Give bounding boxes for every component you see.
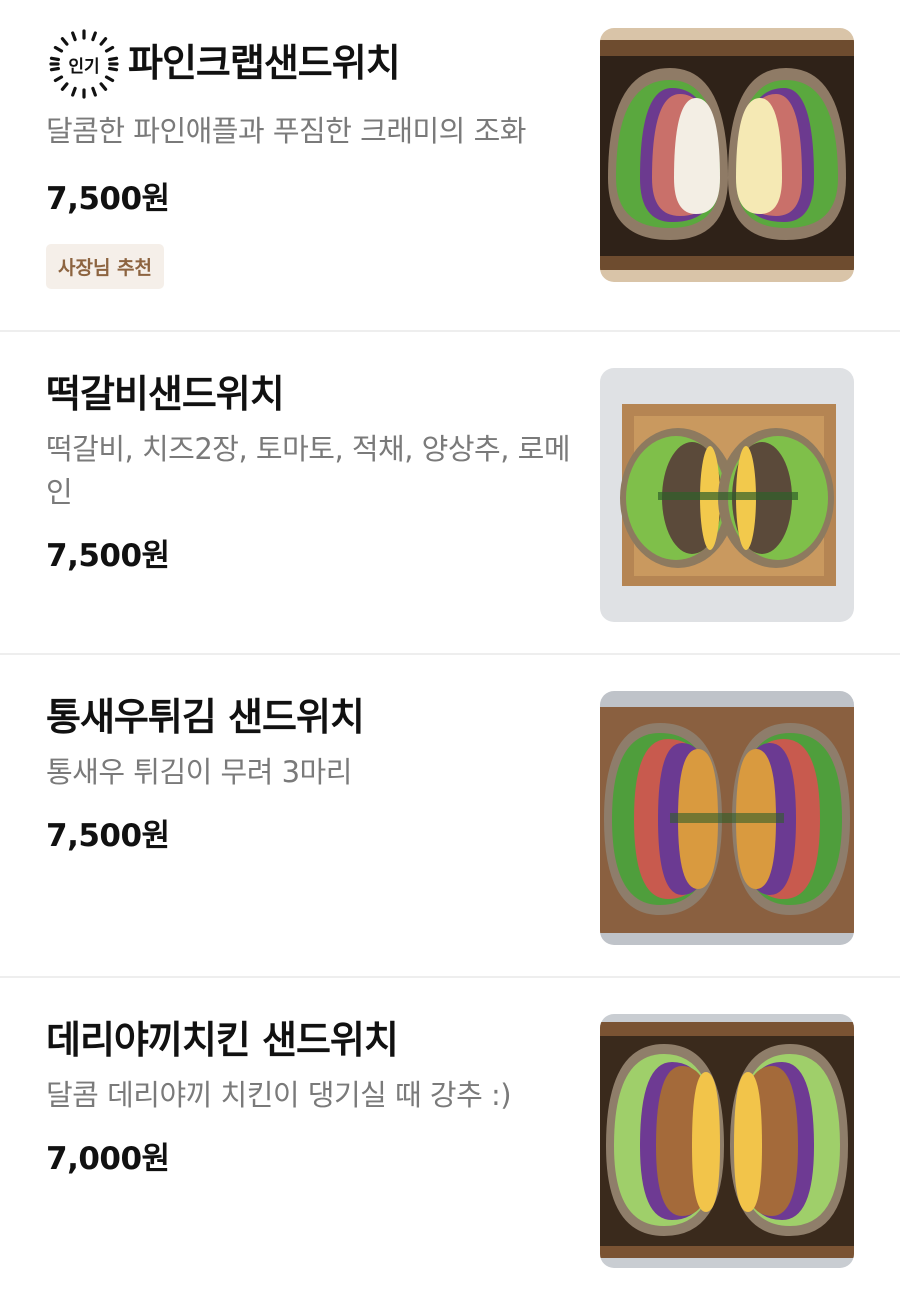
menu-item[interactable]: 떡갈비샌드위치 떡갈비, 치즈2장, 토마토, 적채, 양상추, 로메인 7,5… [0,332,900,655]
menu-item-price: 7,500원 [46,817,170,854]
menu-item-title-row: 인기 파인크랩샌드위치 [46,26,571,102]
menu-item-description: 떡갈비, 치즈2장, 토마토, 적채, 양상추, 로메인 [46,431,571,509]
popular-badge-icon: 인기 [46,26,122,102]
menu-item-description: 달콤 데리야끼 치킨이 댕기실 때 강추 :) [46,1077,512,1112]
menu-item-info: 통새우튀김 샌드위치 통새우 튀김이 무려 3마리 7,500원 [46,695,571,855]
menu-item-description: 통새우 튀김이 무려 3마리 [46,754,352,789]
menu-item-name: 떡갈비샌드위치 [46,372,285,416]
menu-item-name: 파인크랩샌드위치 [128,41,401,86]
owner-recommend-badge: 사장님 추천 [46,244,165,289]
sandwich-photo[interactable] [600,691,854,945]
menu-item-info: 인기 파인크랩샌드위치 달콤한 파인애플과 푸짐한 크래미의 조화 7,500원… [46,26,571,289]
menu-item-info: 데리야끼치킨 샌드위치 달콤 데리야끼 치킨이 댕기실 때 강추 :) 7,00… [46,1018,571,1178]
menu-list: 인기 파인크랩샌드위치 달콤한 파인애플과 푸짐한 크래미의 조화 7,500원… [0,0,900,1291]
menu-item-name: 통새우튀김 샌드위치 [46,695,365,739]
menu-item[interactable]: 데리야끼치킨 샌드위치 달콤 데리야끼 치킨이 댕기실 때 강추 :) 7,00… [0,978,900,1291]
menu-item-price: 7,500원 [46,537,170,574]
menu-item-price: 7,500원 [46,181,170,217]
popular-badge-label: 인기 [68,56,100,77]
menu-item-description: 달콤한 파인애플과 푸짐한 크래미의 조화 [46,114,526,148]
sandwich-photo[interactable] [600,368,854,622]
menu-item-price: 7,000원 [46,1140,170,1177]
menu-item-name: 데리야끼치킨 샌드위치 [46,1018,399,1062]
sandwich-photo[interactable] [600,1014,854,1268]
sandwich-photo[interactable] [600,28,854,282]
menu-item[interactable]: 인기 파인크랩샌드위치 달콤한 파인애플과 푸짐한 크래미의 조화 7,500원… [0,0,900,332]
menu-item-info: 떡갈비샌드위치 떡갈비, 치즈2장, 토마토, 적채, 양상추, 로메인 7,5… [46,372,571,575]
menu-item[interactable]: 통새우튀김 샌드위치 통새우 튀김이 무려 3마리 7,500원 [0,655,900,978]
